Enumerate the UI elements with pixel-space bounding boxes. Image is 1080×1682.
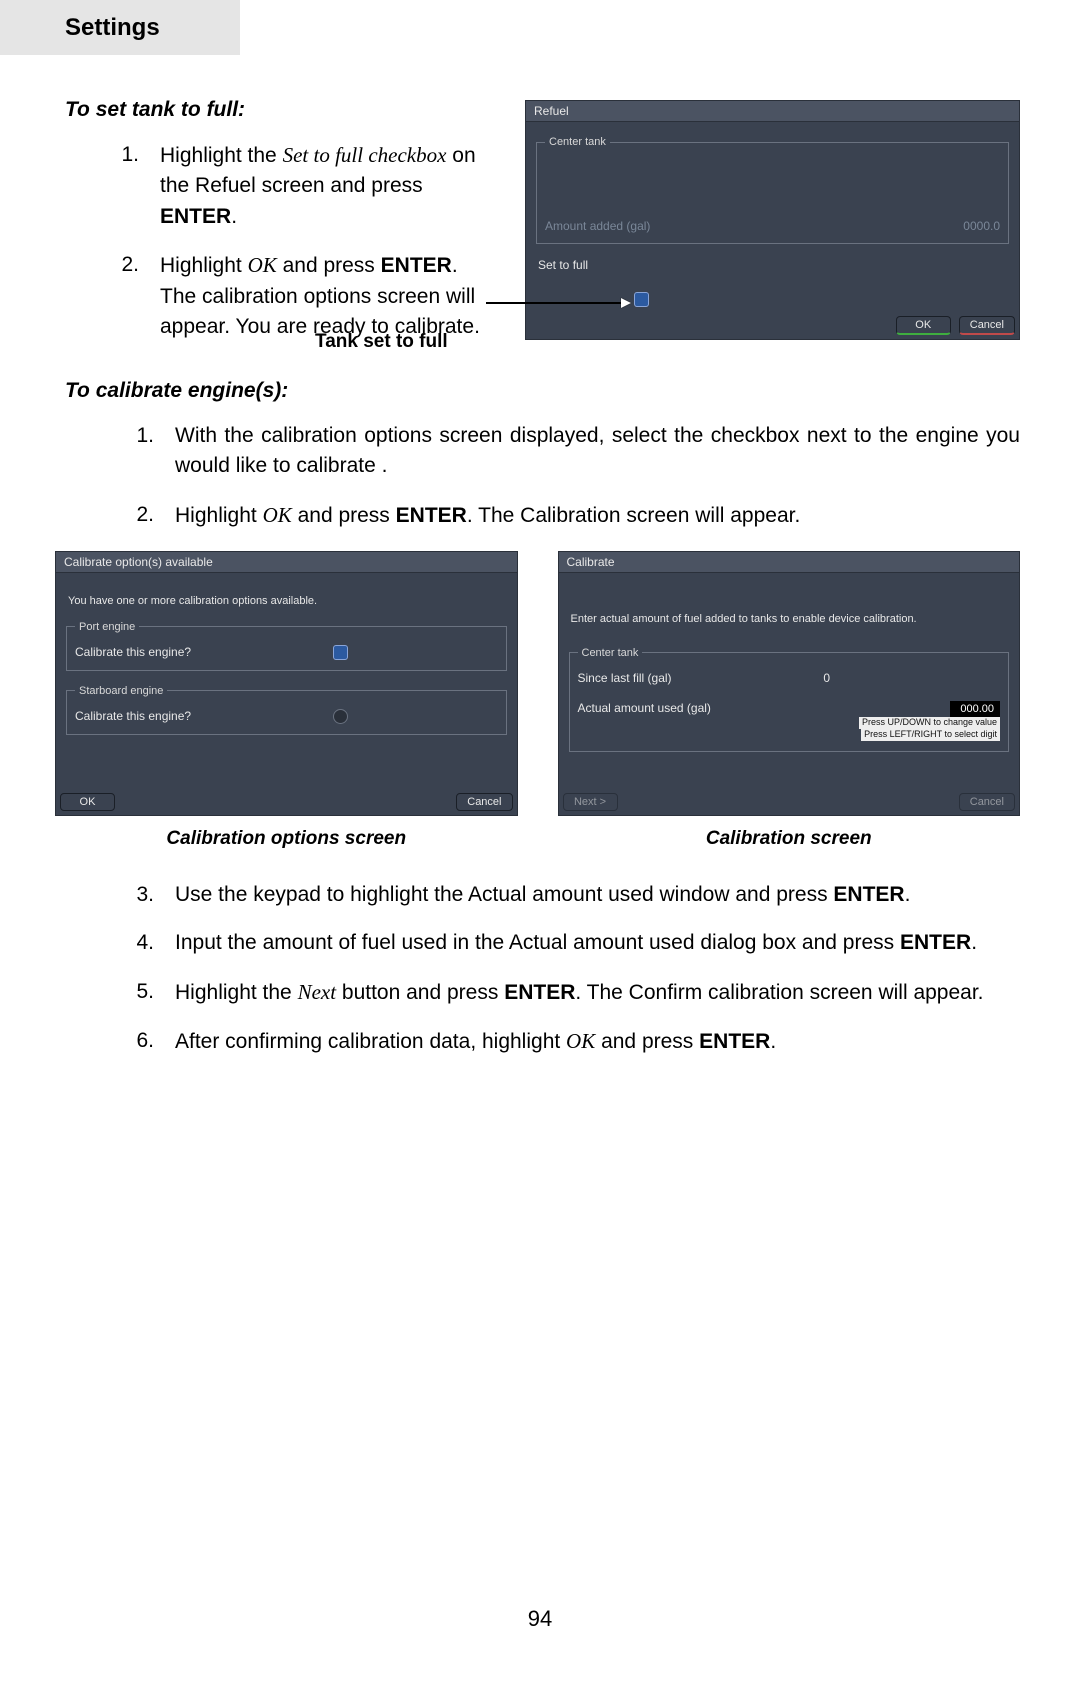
starboard-engine-checkbox[interactable] bbox=[333, 709, 348, 724]
options-intro: You have one or more calibration options… bbox=[56, 573, 517, 607]
panel-title: Refuel bbox=[526, 101, 1019, 122]
center-tank-group: Center tank Amount added (gal) 0000.0 bbox=[536, 136, 1009, 244]
amount-added-label: Amount added (gal) bbox=[545, 219, 650, 233]
ok-button[interactable]: OK bbox=[896, 316, 951, 335]
calibrate-panel: Calibrate Enter actual amount of fuel ad… bbox=[558, 551, 1021, 816]
subhead-calibrate-engines: To calibrate engine(s): bbox=[65, 379, 1020, 403]
step-1: 1. Highlight the Set to full checkbox on… bbox=[105, 140, 495, 232]
cal-step-4: 4. Input the amount of fuel used in the … bbox=[120, 928, 1020, 958]
options-caption: Calibration options screen bbox=[55, 828, 518, 850]
page-content: To set tank to full: 1. Highlight the Se… bbox=[65, 80, 1020, 1076]
cal-step-1: 1. With the calibration options screen d… bbox=[120, 421, 1020, 482]
step-2: 2. Highlight OK and press ENTER. The cal… bbox=[105, 250, 495, 342]
calibrate-starboard-label: Calibrate this engine? bbox=[75, 709, 191, 723]
ok-button[interactable]: OK bbox=[60, 793, 115, 811]
cal-step-3: 3. Use the keypad to highlight the Actua… bbox=[120, 880, 1020, 910]
since-last-fill-value: 0 bbox=[823, 671, 830, 685]
cancel-button[interactable]: Cancel bbox=[959, 316, 1015, 335]
hint-leftright: Press LEFT/RIGHT to select digit bbox=[861, 729, 1000, 741]
cancel-button[interactable]: Cancel bbox=[456, 793, 512, 811]
cal-step-2: 2. Highlight OK and press ENTER. The Cal… bbox=[120, 500, 1020, 531]
panel-title: Calibrate option(s) available bbox=[56, 552, 517, 573]
hint-updown: Press UP/DOWN to change value bbox=[859, 717, 1000, 729]
calibrate-intro: Enter actual amount of fuel added to tan… bbox=[559, 573, 1020, 625]
cancel-button[interactable]: Cancel bbox=[959, 793, 1015, 811]
since-last-fill-label: Since last fill (gal) bbox=[578, 671, 672, 685]
calibrate-options-panel: Calibrate option(s) available You have o… bbox=[55, 551, 518, 816]
cal-step-5: 5. Highlight the Next button and press E… bbox=[120, 977, 1020, 1008]
set-to-full-checkbox[interactable] bbox=[634, 292, 649, 307]
amount-added-value: 0000.0 bbox=[963, 219, 1000, 233]
section-title: Settings bbox=[65, 14, 160, 42]
page-number: 94 bbox=[0, 1606, 1080, 1632]
actual-amount-label: Actual amount used (gal) bbox=[578, 701, 711, 715]
subhead-set-tank-full: To set tank to full: bbox=[65, 98, 495, 122]
refuel-panel: Refuel Center tank Amount added (gal) 00… bbox=[525, 100, 1020, 340]
cal-step-6: 6. After confirming calibration data, hi… bbox=[120, 1026, 1020, 1057]
calibrate-caption: Calibration screen bbox=[558, 828, 1021, 850]
panel-title: Calibrate bbox=[559, 552, 1020, 573]
port-engine-checkbox[interactable] bbox=[333, 645, 348, 660]
set-to-full-label: Set to full bbox=[538, 258, 588, 272]
next-button[interactable]: Next > bbox=[563, 793, 618, 811]
calibrate-port-label: Calibrate this engine? bbox=[75, 645, 191, 659]
tank-set-to-full-callout: Tank set to full bbox=[315, 331, 448, 353]
section-header: Settings bbox=[0, 0, 240, 55]
actual-amount-input[interactable]: 000.00 bbox=[950, 701, 1000, 717]
